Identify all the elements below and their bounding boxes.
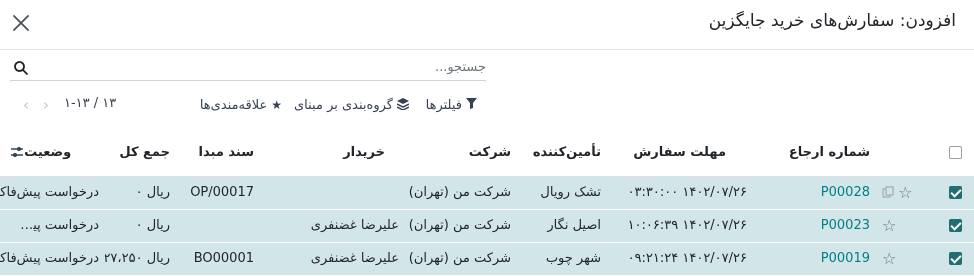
star-icon[interactable]: ☆	[898, 183, 912, 202]
table-row[interactable]: ☆ P00023 ۱۴۰۲/۰۷/۲۶ ۱۰:۰۶:۳۹ اصیل نگار ش…	[0, 209, 974, 243]
cell-source	[176, 209, 260, 243]
row-actions: ☆	[876, 242, 936, 276]
favorites-label: علاقه‌مندی‌ها	[199, 97, 268, 113]
purchase-orders-table: شماره ارجاع مهلت سفارش تأمین‌کننده شرکت …	[0, 130, 974, 276]
pager-next-icon[interactable]: ›	[38, 95, 54, 115]
group-by-button[interactable]: گروه‌بندی بر مبنای	[294, 95, 410, 115]
cell-deadline: ۱۴۰۲/۰۷/۲۶ ۰۳:۳۰:۰۰	[607, 176, 771, 210]
table-row[interactable]: ☆ P00028 ۱۴۰۲/۰۷/۲۶ ۰۳:۳۰:۰۰ تشک رویال ش…	[0, 176, 974, 210]
row-checkbox-cell	[936, 176, 974, 210]
row-checkbox-cell	[936, 242, 974, 276]
star-icon[interactable]: ☆	[882, 216, 896, 235]
table-row[interactable]: ☆ P00019 ۱۴۰۲/۰۷/۲۶ ۰۹:۲۱:۲۴ شهر چوب شرک…	[0, 242, 974, 276]
header-total[interactable]: جمع کل	[105, 130, 176, 177]
cell-total: ریال ۰	[105, 176, 176, 210]
header-buyer[interactable]: خریدار	[260, 130, 405, 177]
dialog-title: افزودن: سفارش‌های خرید جایگزین	[708, 11, 956, 31]
group-by-label: گروه‌بندی بر مبنای	[294, 97, 393, 113]
search-input[interactable]	[46, 57, 486, 77]
table-header-row: شماره ارجاع مهلت سفارش تأمین‌کننده شرکت …	[0, 130, 974, 177]
cell-source: OP/00017	[176, 176, 260, 210]
cell-ref[interactable]: P00023	[771, 209, 876, 243]
cell-ref[interactable]: P00019	[771, 242, 876, 276]
cell-company: شرکت من (تهران)	[405, 209, 517, 243]
cell-company: شرکت من (تهران)	[405, 242, 517, 276]
star-icon: ★	[271, 98, 282, 112]
star-icon[interactable]: ☆	[882, 249, 896, 268]
cell-buyer: علیرضا غضنفری	[260, 209, 405, 243]
cell-status: درخواست پیش‌فاکتور	[0, 176, 105, 210]
row-actions: ☆	[876, 209, 936, 243]
row-actions: ☆	[876, 176, 936, 210]
cell-buyer: علیرضا غضنفری	[260, 242, 405, 276]
header-vendor[interactable]: تأمین‌کننده	[517, 130, 607, 177]
select-all-checkbox-cell	[936, 130, 974, 177]
cell-vendor: اصیل نگار	[517, 209, 607, 243]
header-source[interactable]: سند مبدا	[176, 130, 260, 177]
search-bar	[10, 55, 486, 81]
header-ref[interactable]: شماره ارجاع	[771, 130, 876, 177]
search-icon[interactable]	[13, 60, 29, 76]
filters-label: فیلترها	[425, 97, 462, 113]
row-checkbox[interactable]	[948, 252, 962, 265]
cell-total: ریال ۰	[105, 209, 176, 243]
filters-button[interactable]: فیلترها	[426, 95, 477, 115]
ref-link[interactable]: P00028	[821, 185, 870, 200]
layers-icon	[396, 97, 410, 113]
cell-company: شرکت من (تهران)	[405, 176, 517, 210]
dialog-header: افزودن: سفارش‌های خرید جایگزین	[0, 0, 974, 50]
cell-source: BO00001	[176, 242, 260, 276]
row-checkbox[interactable]	[948, 219, 962, 232]
cell-vendor: شهر چوب	[517, 242, 607, 276]
header-status-label: وضعیت	[24, 145, 72, 160]
favorites-button[interactable]: ★ علاقه‌مندی‌ها	[200, 95, 282, 115]
cell-status: درخواست پیش‌فاکتور	[0, 242, 105, 276]
header-deadline[interactable]: مهلت سفارش	[607, 130, 771, 177]
cell-deadline: ۱۴۰۲/۰۷/۲۶ ۰۹:۲۱:۲۴	[607, 242, 771, 276]
duplicate-icon[interactable]	[882, 186, 894, 202]
column-settings-icon[interactable]	[10, 145, 24, 163]
filter-icon	[466, 98, 477, 112]
cell-status: درخواست پیش‌فاکتور ...	[0, 209, 105, 243]
cell-deadline: ۱۴۰۲/۰۷/۲۶ ۱۰:۰۶:۳۹	[607, 209, 771, 243]
close-icon[interactable]	[10, 12, 32, 34]
ref-link[interactable]: P00019	[821, 251, 870, 266]
pager-value[interactable]: ۱-۱۳ / ۱۳	[64, 96, 116, 111]
ref-link[interactable]: P00023	[821, 218, 870, 233]
header-spacer	[876, 130, 936, 177]
row-checkbox-cell	[936, 209, 974, 243]
pager-previous-icon[interactable]: ‹	[18, 95, 34, 115]
cell-total: ریال ۱۲،۰۲۷،۲۵۰	[105, 242, 176, 276]
select-all-checkbox[interactable]	[948, 146, 962, 160]
header-status[interactable]: وضعیت	[0, 130, 105, 177]
row-checkbox[interactable]	[948, 186, 962, 199]
cell-ref[interactable]: P00028	[771, 176, 876, 210]
header-company[interactable]: شرکت	[405, 130, 517, 177]
cell-vendor: تشک رویال	[517, 176, 607, 210]
cell-buyer	[260, 176, 405, 210]
